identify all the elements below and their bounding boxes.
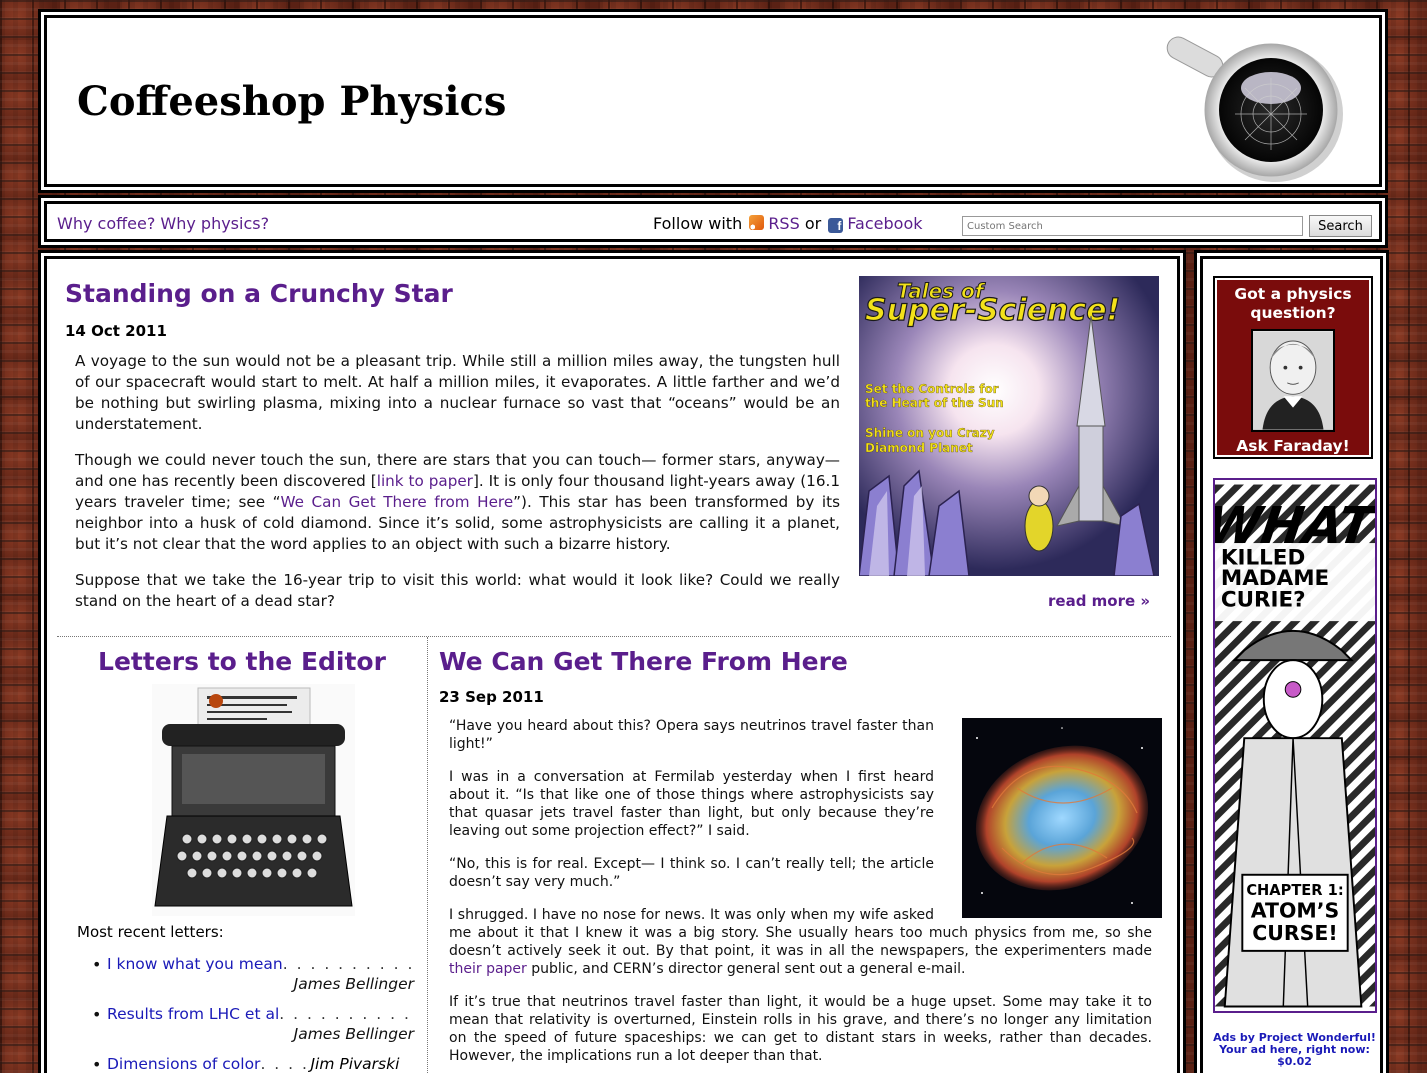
facebook-link[interactable]: Facebook xyxy=(847,214,922,233)
typewriter-image[interactable] xyxy=(152,684,355,916)
article2-title[interactable]: We Can Get There From Here xyxy=(439,647,848,676)
recent-letters-label: Most recent letters: xyxy=(77,923,224,941)
nav-bar: Why coffee? Why physics? Follow with RSS… xyxy=(44,201,1382,242)
ad-credit[interactable]: Ads by Project Wonderful! Your ad here, … xyxy=(1203,1032,1380,1068)
letter-link[interactable]: I know what you mean xyxy=(107,955,283,973)
ad-credit-line[interactable]: $0.02 xyxy=(1203,1056,1380,1068)
article1-paragraph: A voyage to the sun would not be a pleas… xyxy=(75,352,840,433)
coffee-cup-logo xyxy=(1166,36,1343,182)
madame-curie-ad[interactable]: WHAT KILLED MADAME CURIE? CHAPTER 1: ATO… xyxy=(1213,478,1377,1013)
article2-date: 23 Sep 2011 xyxy=(439,688,544,706)
follow-section: Follow with RSS or f Facebook xyxy=(653,214,923,233)
svg-text:Set the Controls for: Set the Controls for xyxy=(865,382,999,396)
letter-author: Jim Pivarski xyxy=(310,1055,400,1073)
svg-text:CURSE!: CURSE! xyxy=(1252,921,1337,945)
faraday-question: Got a physics question? xyxy=(1234,285,1352,322)
article1-paragraph: Suppose that we take the 16-year trip to… xyxy=(75,571,840,610)
dot-leader xyxy=(260,1055,310,1073)
letters-title[interactable]: Letters to the Editor xyxy=(47,647,437,676)
article1-title[interactable]: Standing on a Crunchy Star xyxy=(65,279,453,308)
site-header: Coffeeshop Physics xyxy=(44,15,1382,187)
ask-faraday-label: Ask Faraday! xyxy=(1236,437,1350,455)
tales-of-super-science-image[interactable]: Tales of Super-Science! Set the Controls… xyxy=(859,276,1159,576)
dot-leader xyxy=(283,955,414,973)
svg-text:Diamond Planet: Diamond Planet xyxy=(865,441,973,455)
column-divider xyxy=(427,637,428,1073)
content-divider xyxy=(57,636,1171,637)
svg-text:CURIE?: CURIE? xyxy=(1221,587,1306,612)
their-paper-link[interactable]: their paper xyxy=(449,961,527,977)
follow-label: Follow with xyxy=(653,214,743,233)
letters-list: I know what you mean James Bellinger Res… xyxy=(92,955,414,1073)
why-coffee-link[interactable]: Why coffee? Why physics? xyxy=(57,214,269,233)
svg-text:CHAPTER 1:: CHAPTER 1: xyxy=(1246,882,1343,899)
rss-link[interactable]: RSS xyxy=(768,214,799,233)
search-button[interactable]: Search xyxy=(1309,215,1372,237)
svg-text:ATOM’S: ATOM’S xyxy=(1251,899,1340,923)
svg-text:the Heart of the Sun: the Heart of the Sun xyxy=(865,396,1004,410)
read-more-link[interactable]: read more » xyxy=(1048,592,1150,610)
article1-date: 14 Oct 2011 xyxy=(65,322,167,340)
search-input[interactable] xyxy=(962,216,1303,236)
faraday-portrait xyxy=(1251,329,1335,432)
list-item: Results from LHC et al James Bellinger xyxy=(92,1005,414,1043)
site-title[interactable]: Coffeeshop Physics xyxy=(77,78,506,125)
article1-paragraph: Though we could never touch the sun, the… xyxy=(75,451,840,553)
letter-author: James Bellinger xyxy=(293,1025,414,1043)
sidebar: Got a physics question? Ask Faraday! WHA… xyxy=(1200,256,1383,1073)
rss-icon[interactable] xyxy=(749,215,765,230)
article2-paragraph: If it’s true that neutrinos travel faste… xyxy=(449,994,1152,1064)
letter-link[interactable]: Results from LHC et al xyxy=(107,1005,279,1023)
main-content: Standing on a Crunchy Star 14 Oct 2011 A… xyxy=(44,256,1180,1073)
dot-leader xyxy=(279,1005,414,1023)
list-item: Dimensions of color Jim Pivarski xyxy=(92,1055,414,1073)
ask-faraday-box[interactable]: Got a physics question? Ask Faraday! xyxy=(1213,276,1373,459)
we-can-get-there-link[interactable]: We Can Get There from Here xyxy=(281,493,514,511)
letter-author: James Bellinger xyxy=(293,975,414,993)
or-label: or xyxy=(804,214,822,233)
link-to-paper[interactable]: link to paper xyxy=(377,472,473,490)
svg-text:Shine on you Crazy: Shine on you Crazy xyxy=(865,426,995,440)
article1-body: A voyage to the sun would not be a pleas… xyxy=(75,351,840,627)
article2-paragraph: I shrugged. I have no nose for news. It … xyxy=(449,907,1152,977)
article2-body: “Have you heard about this? Opera says n… xyxy=(449,717,1152,1073)
letter-link[interactable]: Dimensions of color xyxy=(107,1055,260,1073)
list-item: I know what you mean James Bellinger xyxy=(92,955,414,993)
facebook-icon[interactable]: f xyxy=(828,218,844,233)
svg-text:Super-Science!: Super-Science! xyxy=(865,293,1120,328)
